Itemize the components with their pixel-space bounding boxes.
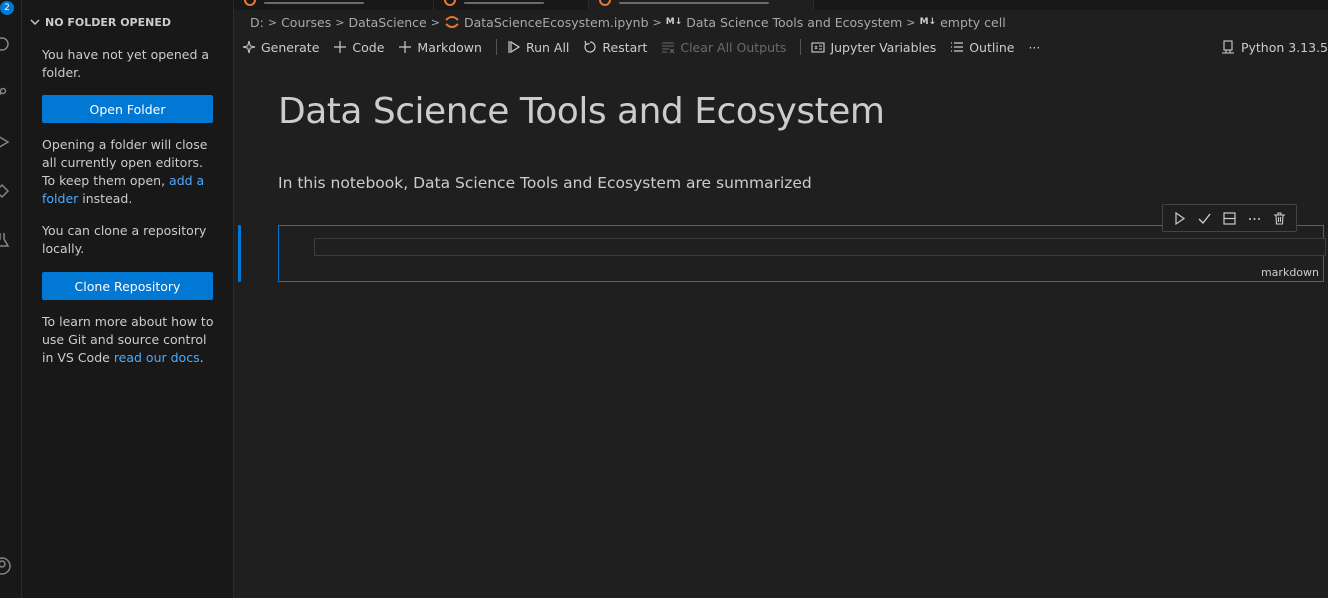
cell-toolbar (1162, 204, 1297, 232)
delete-cell-button[interactable] (1271, 209, 1289, 227)
breadcrumb-drive[interactable]: D: (250, 15, 264, 30)
chevron-right-icon: > (906, 15, 916, 29)
outline-label: Outline (969, 39, 1015, 55)
open-folder-button[interactable]: Open Folder (42, 95, 213, 123)
jupyter-variables-button[interactable]: Jupyter Variables (811, 40, 936, 55)
breadcrumb-file[interactable]: DataScienceEcosystem.ipynb (464, 15, 649, 30)
add-markdown-cell-button[interactable]: Markdown (398, 40, 482, 55)
split-icon (1223, 211, 1236, 225)
toolbar-divider (800, 39, 802, 55)
plus-icon (334, 41, 347, 53)
generate-button[interactable]: Generate (242, 40, 319, 55)
outline-button[interactable]: Outline (950, 40, 1014, 55)
editor-tab[interactable] (234, 0, 434, 10)
editor-tab-active[interactable] (589, 0, 814, 10)
breadcrumb-cell[interactable]: empty cell (940, 15, 1006, 30)
run-all-label: Run All (525, 39, 570, 55)
notification-badge: 2 (0, 1, 14, 15)
clear-outputs-label: Clear All Outputs (680, 39, 787, 55)
breadcrumb: D: > Courses > DataScience > DataScience… (250, 13, 1006, 31)
learn-more-suffix: . (199, 350, 204, 365)
source-control-sidebar: NO FOLDER OPENED You have not yet opened… (22, 0, 234, 598)
check-icon (1198, 213, 1211, 224)
learn-more-message: To learn more about how to use Git and s… (42, 313, 220, 367)
kernel-picker[interactable]: Python 3.13.5 (1221, 36, 1328, 58)
clone-message: You can clone a repository locally. (42, 223, 207, 256)
source-control-icon[interactable] (0, 84, 12, 104)
variables-label: Jupyter Variables (830, 39, 937, 55)
more-cell-actions-button[interactable] (1246, 209, 1264, 227)
chevron-right-icon: > (652, 15, 662, 29)
trash-icon (1274, 211, 1285, 225)
extensions-icon[interactable] (0, 181, 12, 201)
run-all-icon (508, 40, 521, 54)
play-icon (1175, 211, 1186, 225)
plus-icon (399, 41, 412, 53)
add-code-cell-button[interactable]: Code (333, 40, 384, 55)
breadcrumb-courses[interactable]: Courses (281, 15, 331, 30)
generate-label: Generate (261, 39, 320, 55)
restart-icon (584, 40, 596, 53)
markdown-cell[interactable]: markdown (278, 225, 1326, 282)
notebook-paragraph: In this notebook, Data Science Tools and… (278, 174, 812, 192)
kernel-icon (1221, 40, 1234, 54)
markdown-label: Markdown (417, 39, 482, 55)
jupyter-icon (599, 0, 611, 6)
cell-focus-indicator (238, 225, 241, 282)
jupyter-icon (244, 0, 256, 6)
variables-icon (811, 42, 825, 53)
chevron-right-icon: > (430, 15, 440, 29)
stop-editing-button[interactable] (1196, 209, 1214, 227)
ellipsis-icon: ··· (1028, 39, 1041, 55)
restart-button[interactable]: Restart (583, 40, 647, 55)
split-cell-button[interactable] (1221, 209, 1239, 227)
tab-label (464, 2, 544, 4)
toolbar-divider (495, 39, 497, 55)
clear-all-outputs-button[interactable]: Clear All Outputs (661, 40, 786, 55)
run-cell-button[interactable] (1171, 209, 1189, 227)
tab-label (619, 2, 769, 4)
tab-bar (234, 0, 1328, 10)
notebook-toolbar: Generate Code Markdown Run All Restart C… (242, 36, 1054, 58)
tab-label (264, 2, 364, 4)
read-docs-link[interactable]: read our docs (114, 350, 200, 365)
list-icon (951, 42, 964, 52)
sidebar-header[interactable]: NO FOLDER OPENED (28, 14, 171, 30)
jupyter-icon (445, 16, 459, 28)
cell-language-label[interactable]: markdown (1261, 266, 1319, 279)
no-folder-message: You have not yet opened a folder. (42, 47, 210, 80)
account-icon[interactable] (0, 556, 12, 576)
run-all-button[interactable]: Run All (507, 40, 569, 55)
chevron-right-icon: > (335, 15, 345, 29)
run-debug-icon[interactable] (0, 132, 12, 152)
chevron-down-icon (30, 19, 40, 25)
jupyter-icon (444, 0, 456, 6)
breadcrumb-section[interactable]: Data Science Tools and Ecosystem (686, 15, 902, 30)
restart-label: Restart (602, 39, 648, 55)
chevron-right-icon: > (267, 15, 278, 29)
clear-outputs-icon (662, 42, 675, 54)
notebook-editor: D: > Courses > DataScience > DataScience… (234, 0, 1328, 598)
markdown-icon: M↓ (665, 17, 683, 27)
more-actions-button[interactable]: ··· (1028, 40, 1040, 55)
search-icon[interactable] (0, 34, 12, 54)
editor-tab[interactable] (434, 0, 589, 10)
activity-bar: 2 (0, 0, 22, 598)
testing-icon[interactable] (0, 230, 12, 250)
breadcrumb-datascience[interactable]: DataScience (348, 15, 426, 30)
close-editors-message: Opening a folder will close all currentl… (42, 136, 220, 208)
kernel-label: Python 3.13.5 (1240, 39, 1328, 55)
notebook-heading: Data Science Tools and Ecosystem (278, 91, 885, 132)
code-label: Code (352, 39, 385, 55)
sidebar-title: NO FOLDER OPENED (45, 15, 171, 29)
sparkle-icon (242, 40, 256, 54)
close-editors-suffix: instead. (78, 191, 133, 206)
markdown-icon: M↓ (919, 17, 937, 27)
cell-editor[interactable] (314, 238, 1326, 256)
ellipsis-icon (1249, 217, 1260, 220)
clone-repository-button[interactable]: Clone Repository (42, 272, 213, 300)
